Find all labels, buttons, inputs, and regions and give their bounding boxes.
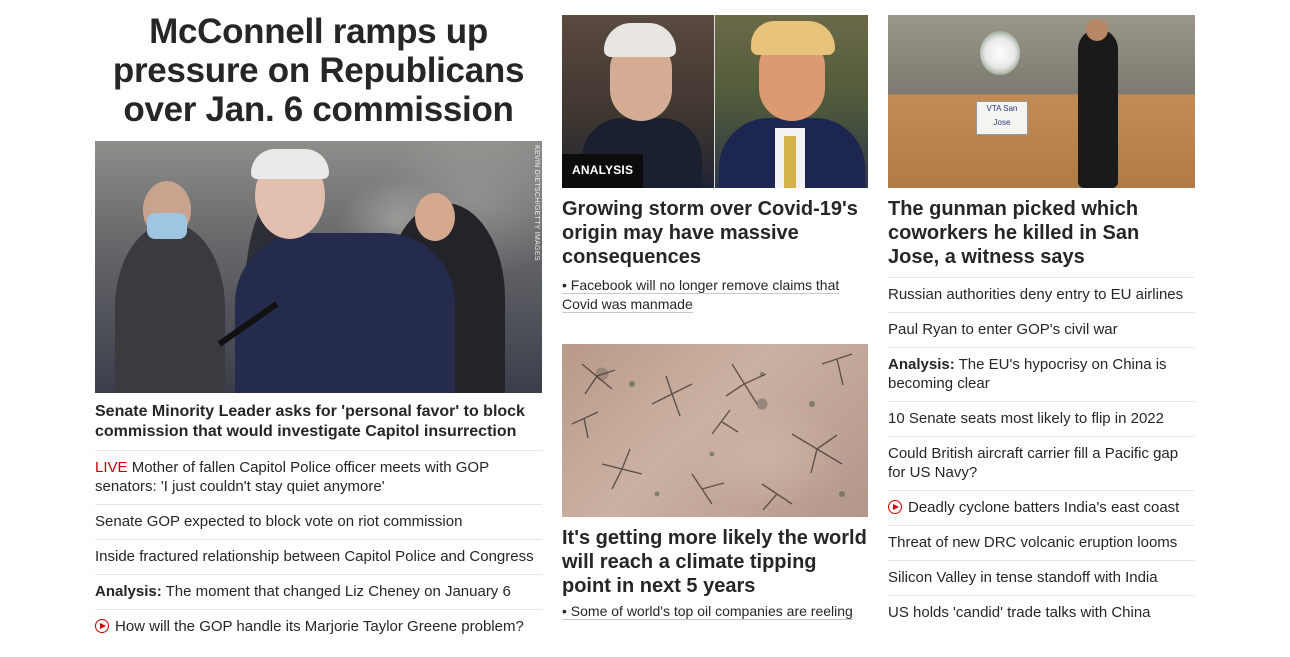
list-item[interactable]: LIVE Mother of fallen Capitol Police off… bbox=[95, 450, 542, 504]
right-headline-list: Russian authorities deny entry to EU air… bbox=[888, 277, 1195, 630]
list-item[interactable]: Russian authorities deny entry to EU air… bbox=[888, 277, 1195, 312]
story-sub-link[interactable]: • Facebook will no longer remove claims … bbox=[562, 276, 868, 314]
flower-bouquet bbox=[980, 31, 1020, 75]
story-headline[interactable]: It's getting more likely the world will … bbox=[562, 526, 868, 598]
lead-related-list: LIVE Mother of fallen Capitol Police off… bbox=[95, 450, 542, 644]
right-portrait bbox=[713, 15, 868, 188]
list-item-text: Russian authorities deny entry to EU air… bbox=[888, 286, 1184, 303]
story-sub-link[interactable]: • Some of world's top oil companies are … bbox=[562, 602, 868, 621]
list-item-text: 10 Senate seats most likely to flip in 2… bbox=[888, 410, 1164, 427]
portrait-hair bbox=[750, 21, 835, 55]
list-item-text: Silicon Valley in tense standoff with In… bbox=[888, 569, 1158, 586]
list-item[interactable]: Analysis: The moment that changed Liz Ch… bbox=[95, 574, 542, 609]
list-item-text: Paul Ryan to enter GOP's civil war bbox=[888, 321, 1118, 338]
play-video-icon bbox=[95, 619, 109, 633]
hero-headline[interactable]: McConnell ramps up pressure on Republica… bbox=[95, 12, 542, 129]
mourner-figure bbox=[1078, 29, 1118, 188]
list-item-text: Deadly cyclone batters India's east coas… bbox=[908, 499, 1180, 516]
sub-link-text: • Some of world's top oil companies are … bbox=[562, 603, 853, 620]
analysis-badge: ANALYSIS bbox=[562, 154, 644, 188]
list-item[interactable]: US holds 'candid' trade talks with China bbox=[888, 595, 1195, 630]
story-headline[interactable]: The gunman picked which coworkers he kil… bbox=[888, 197, 1195, 269]
forest-aerial-image[interactable] bbox=[562, 344, 868, 517]
sub-link-text: • Facebook will no longer remove claims … bbox=[562, 277, 840, 313]
hero-caption[interactable]: Senate Minority Leader asks for 'persona… bbox=[95, 402, 542, 442]
list-item-text: Inside fractured relationship between Ca… bbox=[95, 548, 534, 565]
face-mask bbox=[147, 213, 187, 239]
list-item-text: Senate GOP expected to block vote on rio… bbox=[95, 513, 463, 530]
middle-column: ANALYSIS Growing storm over Covid-19's o… bbox=[562, 15, 868, 621]
list-item[interactable]: Threat of new DRC volcanic eruption loom… bbox=[888, 525, 1195, 560]
mourner-head bbox=[1086, 19, 1108, 41]
list-item[interactable]: How will the GOP handle its Marjorie Tay… bbox=[95, 609, 542, 644]
list-item-text: How will the GOP handle its Marjorie Tay… bbox=[115, 618, 524, 635]
background-person-head bbox=[415, 193, 455, 241]
tree-branches bbox=[571, 353, 853, 511]
list-item[interactable]: Paul Ryan to enter GOP's civil war bbox=[888, 312, 1195, 347]
play-video-icon bbox=[888, 500, 902, 514]
list-item[interactable]: Inside fractured relationship between Ca… bbox=[95, 539, 542, 574]
portrait-hair bbox=[604, 23, 676, 57]
page: McConnell ramps up pressure on Republica… bbox=[0, 0, 1290, 657]
list-item-text: Mother of fallen Capitol Police officer … bbox=[95, 459, 489, 495]
list-item[interactable]: Could British aircraft carrier fill a Pa… bbox=[888, 436, 1195, 490]
list-item[interactable]: Silicon Valley in tense standoff with In… bbox=[888, 560, 1195, 595]
list-item-text: Threat of new DRC volcanic eruption loom… bbox=[888, 534, 1178, 551]
list-item[interactable]: Senate GOP expected to block vote on rio… bbox=[95, 504, 542, 539]
portrait-tie bbox=[783, 136, 796, 188]
biden-trump-image[interactable]: ANALYSIS bbox=[562, 15, 868, 188]
image-credit: KEVIN DIETSCH/GETTY IMAGES bbox=[533, 145, 540, 261]
story-headline[interactable]: Growing storm over Covid-19's origin may… bbox=[562, 197, 868, 269]
memorial-board bbox=[888, 95, 1195, 188]
analysis-label: Analysis: bbox=[888, 356, 955, 373]
background-person bbox=[115, 223, 225, 393]
right-column: VTA San Jose The gunman picked which cow… bbox=[888, 15, 1195, 630]
analysis-label: Analysis: bbox=[95, 583, 162, 600]
lead-column: McConnell ramps up pressure on Republica… bbox=[95, 12, 542, 644]
live-label: LIVE bbox=[95, 459, 128, 476]
memorial-image[interactable]: VTA San Jose bbox=[888, 15, 1195, 188]
list-item[interactable]: Deadly cyclone batters India's east coas… bbox=[888, 490, 1195, 525]
list-item[interactable]: 10 Senate seats most likely to flip in 2… bbox=[888, 401, 1195, 436]
list-item-text: US holds 'candid' trade talks with China bbox=[888, 604, 1151, 621]
list-item-text: Could British aircraft carrier fill a Pa… bbox=[888, 445, 1179, 481]
list-item[interactable]: Analysis: The EU's hypocrisy on China is… bbox=[888, 347, 1195, 401]
hero-image[interactable]: KEVIN DIETSCH/GETTY IMAGES bbox=[95, 141, 542, 393]
main-figure-hair bbox=[251, 149, 329, 179]
list-item-text: The moment that changed Liz Cheney on Ja… bbox=[165, 583, 511, 600]
memorial-sign: VTA San Jose bbox=[976, 101, 1028, 135]
